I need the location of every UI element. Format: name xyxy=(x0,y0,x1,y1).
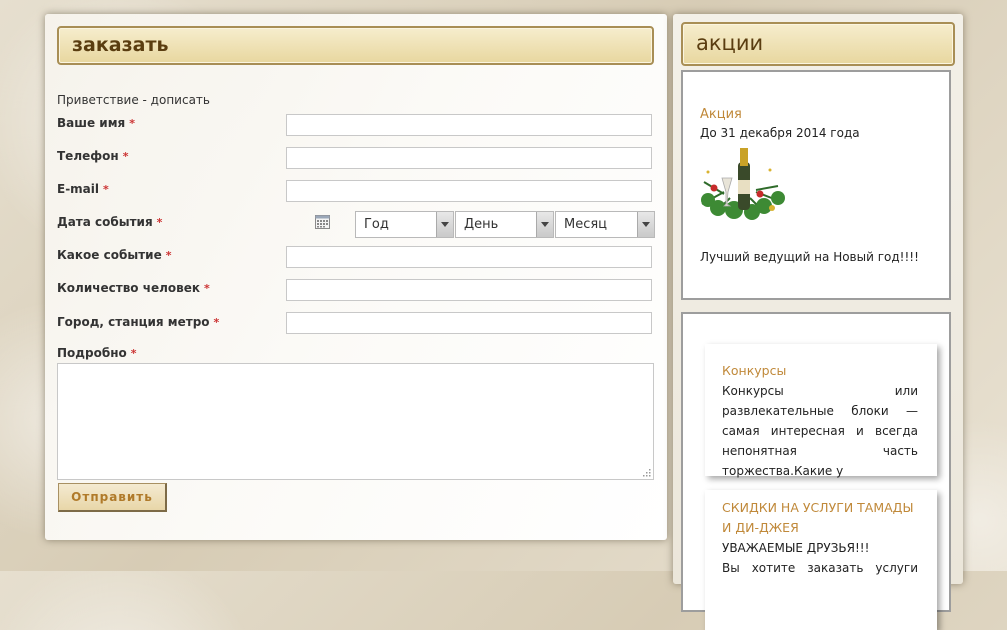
order-panel: заказать Приветствие - дописать Ваше имя… xyxy=(45,14,667,540)
required-mark: * xyxy=(165,249,172,262)
chevron-down-icon[interactable] xyxy=(536,212,553,237)
required-mark: * xyxy=(103,183,109,196)
name-label-text: Ваше имя xyxy=(57,116,126,130)
news-card-body: Конкурсы или развлекательные блоки — сам… xyxy=(722,384,918,478)
city-label-text: Город, станция метро xyxy=(57,315,210,329)
city-label: Город, станция метро * xyxy=(57,315,219,329)
champagne-christmas-icon xyxy=(701,148,785,220)
news-card-title[interactable]: Конкурсы xyxy=(722,361,786,381)
chevron-down-icon[interactable] xyxy=(436,212,453,237)
year-select[interactable]: Год xyxy=(355,211,454,238)
day-select[interactable]: День xyxy=(455,211,554,238)
news-card-body: УВАЖАЕМЫЕ ДРУЗЬЯ!!! xyxy=(722,541,870,555)
phone-input[interactable] xyxy=(286,147,652,169)
event-label-text: Какое событие xyxy=(57,248,162,262)
news-box: Конкурсы Конкурсы или развлекательные бл… xyxy=(681,312,951,630)
guests-label-text: Количество человек xyxy=(57,281,200,295)
order-panel-title: заказать xyxy=(72,34,169,56)
day-select-value: День xyxy=(464,217,499,232)
news-card: Конкурсы Конкурсы или развлекательные бл… xyxy=(705,344,937,478)
phone-label: Телефон * xyxy=(57,149,128,163)
promo-box: Акция До 31 декабря 2014 года Лучший вед… xyxy=(681,70,951,300)
news-card: СКИДКИ НА УСЛУГИ ТАМАДЫ И ДИ-ДЖЕЯ УВАЖАЕ… xyxy=(705,490,937,630)
promo-date: До 31 декабря 2014 года xyxy=(700,126,860,140)
submit-button[interactable]: Отправить xyxy=(58,483,167,512)
email-input[interactable] xyxy=(286,180,652,202)
date-label: Дата события * xyxy=(57,215,162,229)
guests-label: Количество человек * xyxy=(57,281,210,295)
email-label: E-mail * xyxy=(57,182,109,196)
chevron-down-icon[interactable] xyxy=(637,212,654,237)
details-label: Подробно * xyxy=(57,346,137,360)
required-mark: * xyxy=(213,316,220,329)
date-label-text: Дата события xyxy=(57,215,153,229)
promo-panel-title: акции xyxy=(696,31,764,55)
event-input[interactable] xyxy=(286,246,652,268)
city-input[interactable] xyxy=(286,312,652,334)
required-mark: * xyxy=(156,216,163,229)
news-card-title[interactable]: СКИДКИ НА УСЛУГИ ТАМАДЫ И ДИ-ДЖЕЯ xyxy=(722,498,922,538)
name-label: Ваше имя * xyxy=(57,116,135,130)
promo-panel: акции Акция До 31 декабря 2014 года Лучш… xyxy=(673,14,963,630)
calendar-icon[interactable] xyxy=(315,215,330,229)
name-input[interactable] xyxy=(286,114,652,136)
promo-panel-header: акции xyxy=(681,22,955,66)
guests-input[interactable] xyxy=(286,279,652,301)
news-card-body-continued: Вы хотите заказать услуги xyxy=(722,561,918,575)
event-label: Какое событие * xyxy=(57,248,171,262)
promo-text: Лучший ведущий на Новый год!!!! xyxy=(700,250,919,264)
email-label-text: E-mail xyxy=(57,182,100,196)
required-mark: * xyxy=(122,150,129,163)
month-select[interactable]: Месяц xyxy=(555,211,655,238)
month-select-value: Месяц xyxy=(564,217,608,232)
required-mark: * xyxy=(130,347,137,360)
resize-grip-icon[interactable] xyxy=(641,467,651,477)
promo-link[interactable]: Акция xyxy=(700,107,742,122)
required-mark: * xyxy=(129,117,135,130)
phone-label-text: Телефон xyxy=(57,149,119,163)
order-panel-header: заказать xyxy=(57,26,654,65)
details-textarea[interactable] xyxy=(57,363,654,480)
greeting-text: Приветствие - дописать xyxy=(57,93,210,107)
details-label-text: Подробно xyxy=(57,346,127,360)
required-mark: * xyxy=(204,282,210,295)
year-select-value: Год xyxy=(364,217,389,232)
